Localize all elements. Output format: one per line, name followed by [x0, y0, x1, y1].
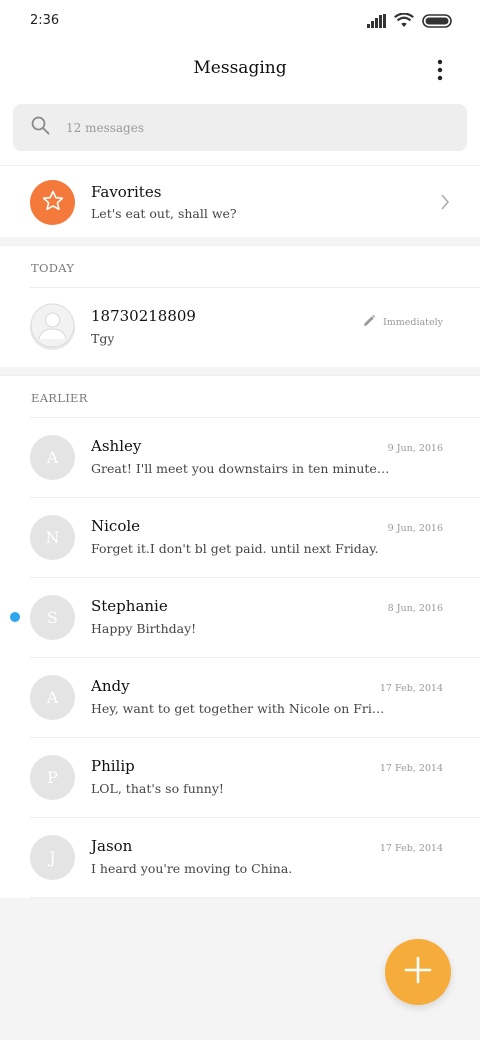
section-label-earlier: EARLIER [31, 391, 88, 405]
avatar [30, 303, 75, 352]
conversation-row[interactable]: 18730218809 Tgy Immediately [0, 287, 480, 367]
section-header-earlier: EARLIER [0, 375, 480, 417]
signal-icon [367, 13, 386, 32]
search-container [0, 96, 480, 165]
app-bar: Messaging [0, 44, 480, 96]
avatar: A [30, 675, 75, 720]
avatar: S [30, 595, 75, 640]
contact-name: Ashley [91, 437, 142, 455]
list-end-divider [0, 897, 480, 898]
avatar: J [30, 835, 75, 880]
message-snippet: Great! I'll meet you downstairs in ten m… [91, 461, 391, 476]
message-date: 17 Feb, 2014 [379, 683, 443, 694]
section-label-today: TODAY [31, 261, 75, 275]
pencil-icon [362, 313, 376, 332]
chevron-right-icon [440, 193, 450, 215]
conversation-row[interactable]: N Nicole Forget it.I don't bl get paid. … [0, 497, 480, 577]
search-bar[interactable] [13, 104, 467, 151]
more-options-button[interactable] [428, 58, 452, 82]
message-date: 9 Jun, 2016 [387, 523, 443, 534]
favorites-snippet: Let's eat out, shall we? [91, 206, 237, 221]
contact-name: Stephanie [91, 597, 168, 615]
message-date: 8 Jun, 2016 [387, 603, 443, 614]
person-placeholder-icon [30, 303, 75, 352]
message-snippet: Happy Birthday! [91, 621, 197, 636]
contact-name: Andy [91, 677, 130, 695]
favorites-avatar [30, 180, 75, 225]
message-date: 9 Jun, 2016 [387, 443, 443, 454]
favorites-row[interactable]: Favorites Let's eat out, shall we? [0, 165, 480, 237]
conversation-row[interactable]: S Stephanie Happy Birthday! 8 Jun, 2016 [0, 577, 480, 657]
message-snippet: I heard you're moving to China. [91, 861, 293, 876]
wifi-icon [394, 12, 414, 32]
section-header-today: TODAY [0, 245, 480, 287]
search-icon [31, 116, 50, 139]
search-input[interactable] [66, 120, 406, 135]
more-vertical-icon [437, 58, 443, 82]
contact-name: 18730218809 [91, 307, 196, 325]
status-icons [367, 12, 452, 32]
avatar: A [30, 435, 75, 480]
unread-indicator [10, 612, 20, 622]
section-gap [0, 367, 480, 375]
header-area: 2:36 Messaging 12 messages [0, 0, 480, 165]
favorites-label: Favorites [91, 183, 162, 201]
avatar: P [30, 755, 75, 800]
contact-name: Nicole [91, 517, 141, 535]
new-message-button[interactable] [385, 939, 451, 1005]
message-snippet: Forget it.I don't bl get paid. until nex… [91, 541, 379, 556]
plus-icon [404, 956, 432, 988]
status-time: 2:36 [30, 13, 60, 28]
message-date: 17 Feb, 2014 [379, 763, 443, 774]
conversation-row[interactable]: P Philip LOL, that's so funny! 17 Feb, 2… [0, 737, 480, 817]
contact-name: Philip [91, 757, 135, 775]
message-time: Immediately [382, 317, 443, 328]
message-date: 17 Feb, 2014 [379, 843, 443, 854]
avatar: N [30, 515, 75, 560]
battery-icon [422, 13, 452, 32]
conversation-row[interactable]: J Jason I heard you're moving to China. … [0, 817, 480, 897]
draft-indicator: Immediately [362, 313, 443, 332]
message-snippet: Hey, want to get together with Nicole on… [91, 701, 391, 716]
contact-name: Jason [91, 837, 133, 855]
section-gap [0, 237, 480, 245]
message-snippet: LOL, that's so funny! [91, 781, 224, 796]
conversation-row[interactable]: A Andy Hey, want to get together with Ni… [0, 657, 480, 737]
star-icon [41, 189, 65, 217]
conversation-row[interactable]: A Ashley Great! I'll meet you downstairs… [0, 417, 480, 497]
status-bar: 2:36 [0, 0, 480, 44]
message-snippet: Tgy [91, 331, 115, 346]
page-title: Messaging [193, 58, 287, 78]
